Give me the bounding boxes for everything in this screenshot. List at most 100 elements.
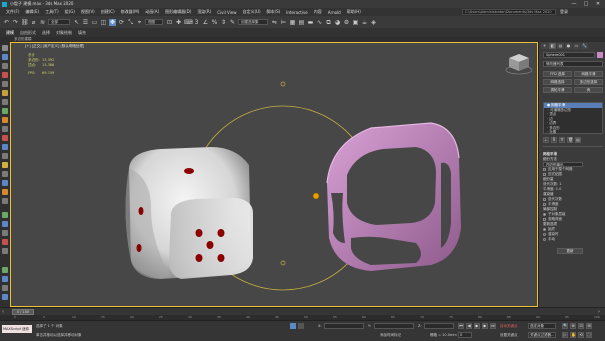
- layer-explorer-icon[interactable]: ▤: [298, 19, 305, 26]
- orbit-icon[interactable]: ⟲: [578, 332, 584, 338]
- edit-named-selection-icon[interactable]: ✎: [229, 19, 236, 26]
- lock-selection-icon[interactable]: [298, 323, 304, 329]
- reference-coordinate-dropdown[interactable]: 视图: [145, 19, 163, 25]
- maximize-viewport-icon[interactable]: ⛶: [586, 332, 592, 338]
- minimize-button[interactable]: —: [568, 0, 580, 8]
- render-production-icon[interactable]: ☕: [361, 19, 368, 26]
- angle-snap-icon[interactable]: ∠: [202, 19, 209, 26]
- menu-arnold[interactable]: Arnold: [328, 10, 341, 15]
- selection-filter-dropdown[interactable]: 全部: [48, 19, 70, 25]
- object-color-swatch[interactable]: [597, 52, 603, 58]
- geometry-icon[interactable]: [2, 54, 8, 60]
- window-crossing-icon[interactable]: ◫: [100, 19, 107, 26]
- update-manual-radio[interactable]: 手动: [543, 237, 603, 242]
- ribbon-tab-object-paint[interactable]: 对象绘制: [56, 30, 72, 36]
- helpers-icon[interactable]: [2, 90, 8, 96]
- next-key-icon[interactable]: ▶: [482, 323, 488, 329]
- hierarchy-tab-icon[interactable]: ▤: [557, 43, 564, 49]
- turbosmooth-button[interactable]: 涡轮平滑: [543, 87, 572, 93]
- place-icon[interactable]: ⌖: [136, 19, 143, 26]
- schematic-view-icon[interactable]: ⧉: [325, 19, 332, 26]
- menu-modifiers[interactable]: 修改器(M): [121, 9, 140, 15]
- spinner-snap-icon[interactable]: ⇕: [220, 19, 227, 26]
- selection-set-dropdown[interactable]: 选定对象: [528, 323, 556, 329]
- spacewarps-icon[interactable]: [2, 99, 8, 105]
- cameras-icon[interactable]: [2, 81, 8, 87]
- play-icon[interactable]: ▶: [474, 323, 480, 329]
- menu-scripting[interactable]: 脚本(S): [267, 9, 281, 15]
- menu-rendering[interactable]: 渲染(R): [197, 9, 211, 15]
- menu-file[interactable]: 文件(F): [6, 9, 19, 15]
- scene-tool-icon[interactable]: [2, 285, 8, 291]
- y-coordinate-field[interactable]: [374, 323, 414, 329]
- ffd-select-button[interactable]: FFD 选择: [543, 71, 572, 77]
- viewcube-icon[interactable]: [505, 54, 533, 75]
- rendered-frame-icon[interactable]: ▣: [352, 19, 359, 26]
- modifier-list-dropdown[interactable]: 修改器列表: [543, 61, 603, 67]
- prev-frame-icon[interactable]: ‹: [2, 309, 4, 315]
- redo-icon[interactable]: ↷: [12, 19, 19, 26]
- layout-tab-icon[interactable]: [2, 294, 8, 300]
- ribbon-tab-freeform[interactable]: 自由形式: [20, 30, 36, 36]
- viewport-layout-icon[interactable]: [2, 276, 8, 282]
- menu-content[interactable]: 内容: [314, 9, 322, 15]
- teapot-tool-icon[interactable]: [2, 189, 8, 195]
- select-object-icon[interactable]: ↖: [73, 19, 80, 26]
- configure-sets-icon[interactable]: ▤: [575, 137, 581, 143]
- hierarchy-tool-icon[interactable]: [2, 221, 8, 227]
- menu-tools[interactable]: 工具(T): [45, 9, 59, 15]
- display-tool-icon[interactable]: [2, 239, 8, 245]
- menu-customize[interactable]: 自定义(U): [242, 9, 260, 15]
- create-panel-icon[interactable]: [2, 45, 8, 51]
- select-by-name-icon[interactable]: ☰: [82, 19, 89, 26]
- utilities-tab-icon[interactable]: 🔧: [581, 43, 588, 49]
- maxscript-listener-field[interactable]: MAXScript 迷你: [2, 325, 32, 333]
- select-move-icon[interactable]: ✥: [109, 18, 116, 26]
- menu-interactive[interactable]: Interactive: [286, 10, 308, 15]
- x-coordinate-field[interactable]: [324, 323, 364, 329]
- menu-civil-view[interactable]: Civil View: [217, 10, 236, 15]
- keyboard-shortcut-icon[interactable]: ⌨: [184, 19, 193, 26]
- add-time-tag[interactable]: 添加时间标记: [380, 333, 401, 338]
- maximize-button[interactable]: □: [580, 0, 592, 8]
- goto-start-icon[interactable]: ⏮: [458, 323, 464, 329]
- pan-icon[interactable]: ✋: [570, 332, 576, 338]
- zoom-extents-icon[interactable]: ⊡: [578, 323, 584, 329]
- render-iterative-icon[interactable]: ◈: [370, 19, 377, 26]
- menu-graph-editors[interactable]: 图形编辑器(D): [165, 9, 191, 15]
- close-button[interactable]: ✕: [592, 0, 604, 8]
- object-name-field[interactable]: Sphere001: [543, 52, 595, 58]
- remove-modifier-icon[interactable]: 🗑: [567, 137, 573, 143]
- ribbon-tab-modeling[interactable]: 建模: [6, 30, 14, 36]
- menu-views[interactable]: 视图(V): [81, 9, 95, 15]
- systems-icon[interactable]: [2, 108, 8, 114]
- isolate-selection-icon[interactable]: [290, 323, 296, 329]
- zoom-icon[interactable]: 🔍: [562, 323, 568, 329]
- zoom-extents-all-icon[interactable]: ⊞: [586, 323, 592, 329]
- cage-object[interactable]: [326, 122, 461, 271]
- gizmo-handle-top[interactable]: [280, 81, 286, 87]
- shell-button[interactable]: 壳: [574, 87, 603, 93]
- ribbon-tab-selection[interactable]: 选择: [42, 30, 50, 36]
- named-selection-dropdown[interactable]: 创建选择集: [238, 19, 268, 25]
- curve-editor-icon[interactable]: ∿: [316, 19, 323, 26]
- layer-tool-icon[interactable]: [2, 267, 8, 273]
- mesh-select-button[interactable]: 网格选择: [543, 79, 572, 85]
- poly-select-button[interactable]: 多边形选择: [574, 79, 603, 85]
- pin-stack-icon[interactable]: ⊥: [543, 137, 549, 143]
- material-editor-icon[interactable]: ◕: [334, 19, 341, 26]
- rect-selection-icon[interactable]: ▭: [91, 19, 98, 26]
- select-manipulate-icon[interactable]: ✚: [175, 19, 182, 26]
- utilities-tool-icon[interactable]: [2, 248, 8, 254]
- torus-tool-icon[interactable]: [2, 144, 8, 150]
- display-tab-icon[interactable]: ▭: [573, 43, 580, 49]
- zoom-all-icon[interactable]: ⊕: [570, 323, 576, 329]
- menu-animation[interactable]: 动画(A): [145, 9, 159, 15]
- plane-tool-icon[interactable]: [2, 198, 8, 204]
- menu-edit[interactable]: 编辑(E): [25, 9, 39, 15]
- render-setup-icon[interactable]: ⚙: [343, 19, 350, 26]
- scene-explorer-icon[interactable]: ▦: [289, 19, 296, 26]
- ribbon-toggle-icon[interactable]: ▬: [307, 19, 314, 26]
- gizmo-handle-bottom[interactable]: [280, 260, 286, 266]
- fov-icon[interactable]: ▷: [562, 332, 568, 338]
